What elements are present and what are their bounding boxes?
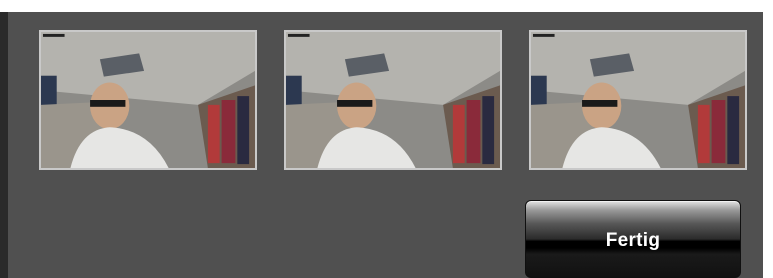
webcam-photo-image bbox=[41, 32, 255, 168]
done-button-label: Fertig bbox=[605, 230, 661, 251]
photo-capture-panel: Fertig bbox=[0, 0, 773, 278]
done-button[interactable]: Fertig bbox=[525, 200, 741, 278]
photo-thumbnail-2[interactable] bbox=[284, 30, 502, 170]
right-edge bbox=[763, 12, 773, 278]
webcam-photo-image bbox=[286, 32, 500, 168]
left-edge bbox=[0, 12, 8, 278]
webcam-photo-image bbox=[531, 32, 745, 168]
photo-thumbnail-3[interactable] bbox=[529, 30, 747, 170]
top-edge bbox=[0, 0, 773, 12]
photo-thumbnail-1[interactable] bbox=[39, 30, 257, 170]
